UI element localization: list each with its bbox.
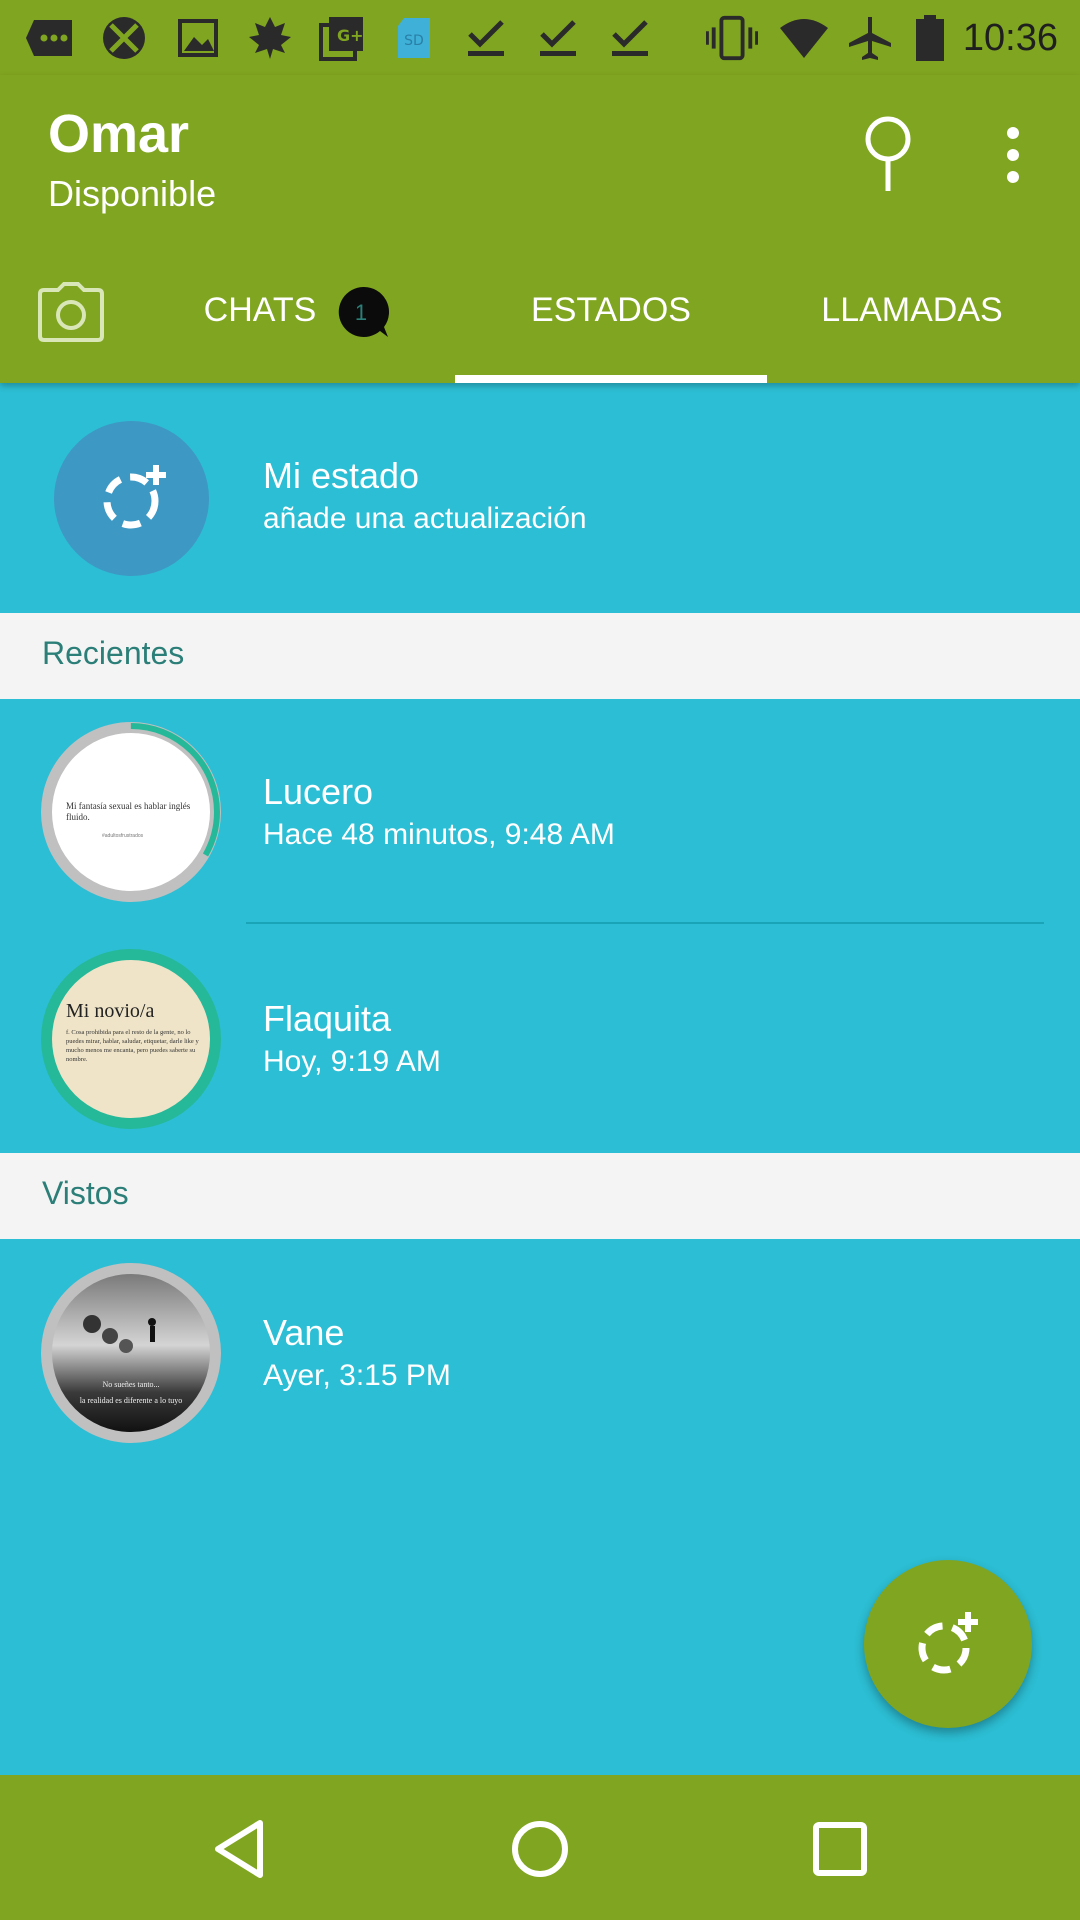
my-status-title: Mi estado: [263, 455, 420, 496]
svg-text:SD: SD: [404, 33, 424, 49]
home-button[interactable]: [508, 1817, 572, 1881]
svg-text:1: 1: [355, 300, 367, 325]
tab-indicator: [455, 375, 767, 383]
contact-name: Vane: [263, 1312, 345, 1353]
status-row-flaquita[interactable]: Mi novio/a f. Cosa prohibida para el res…: [0, 925, 1080, 1153]
section-title: Recientes: [42, 635, 185, 671]
add-status-icon: [918, 1612, 978, 1674]
status-row-vane[interactable]: No sueñes tanto... la realidad es difere…: [0, 1239, 1080, 1467]
search-icon: [865, 116, 911, 191]
app-bar: Omar Disponible CHATS 1 ESTADOS LLAMADAS: [0, 75, 1080, 383]
status-time: Hoy, 9:19 AM: [263, 1045, 441, 1078]
page-title: Omar: [48, 104, 190, 164]
clock: 10:36: [962, 17, 1058, 59]
section-header-viewed: Vistos: [0, 1153, 1080, 1239]
camera-icon: [38, 282, 104, 342]
overflow-menu-button[interactable]: [990, 123, 1036, 187]
unread-badge: 1: [336, 285, 390, 339]
status-bar: G+ SD 10:36: [0, 0, 1080, 75]
tab-camera[interactable]: [38, 282, 104, 342]
back-button[interactable]: [208, 1817, 272, 1881]
back-icon: [215, 1820, 263, 1878]
recents-icon: [813, 1822, 867, 1876]
status-thumbnail: No sueñes tanto... la realidad es difere…: [52, 1274, 210, 1432]
tab-chats[interactable]: CHATS: [170, 270, 350, 350]
home-icon: [512, 1821, 568, 1877]
status-thumbnail: Mi fantasía sexual es hablar inglés flui…: [52, 733, 210, 891]
my-status-row[interactable]: Mi estado añade una actualización: [0, 383, 1080, 613]
message-icon: [24, 12, 76, 64]
sd-card-icon: SD: [388, 12, 440, 64]
svg-text:G+: G+: [337, 26, 364, 45]
section-header-recent: Recientes: [0, 613, 1080, 699]
vibrate-icon: [706, 12, 758, 64]
status-row-lucero[interactable]: Mi fantasía sexual es hablar inglés flui…: [0, 699, 1080, 925]
status-time: Ayer, 3:15 PM: [263, 1359, 451, 1392]
gallery-icon: [172, 12, 224, 64]
recents-button[interactable]: [808, 1817, 872, 1881]
search-button[interactable]: [858, 115, 918, 195]
download-done-icon: [532, 12, 584, 64]
contact-name: Lucero: [263, 771, 374, 812]
battery-icon: [904, 12, 956, 64]
contact-name: Flaquita: [263, 998, 392, 1039]
section-title: Vistos: [42, 1175, 129, 1211]
add-status-fab[interactable]: [864, 1560, 1032, 1728]
status-ring: Mi fantasía sexual es hablar inglés flui…: [41, 722, 221, 902]
my-status-subtitle: añade una actualización: [263, 502, 587, 535]
status-ring: Mi novio/a f. Cosa prohibida para el res…: [41, 949, 221, 1129]
add-status-icon: [103, 465, 166, 529]
page-subtitle: Disponible: [48, 173, 217, 214]
wifi-icon: [778, 12, 830, 64]
status-time: Hace 48 minutos, 9:48 AM: [263, 818, 615, 851]
tab-llamadas[interactable]: LLAMADAS: [812, 270, 1012, 350]
xbox-icon: [98, 12, 150, 64]
navigation-bar: [0, 1775, 1080, 1920]
leaf-icon: [244, 12, 296, 64]
avatar: [54, 421, 209, 576]
download-done-icon: [460, 12, 512, 64]
download-done-icon: [604, 12, 656, 64]
more-vert-icon: [1007, 127, 1019, 183]
status-ring: No sueñes tanto... la realidad es difere…: [41, 1263, 221, 1443]
tab-estados[interactable]: ESTADOS: [455, 270, 767, 350]
gplus-icon: G+: [316, 12, 368, 64]
divider: [246, 922, 1044, 924]
status-thumbnail: Mi novio/a f. Cosa prohibida para el res…: [52, 960, 210, 1118]
airplane-icon: [844, 12, 896, 64]
